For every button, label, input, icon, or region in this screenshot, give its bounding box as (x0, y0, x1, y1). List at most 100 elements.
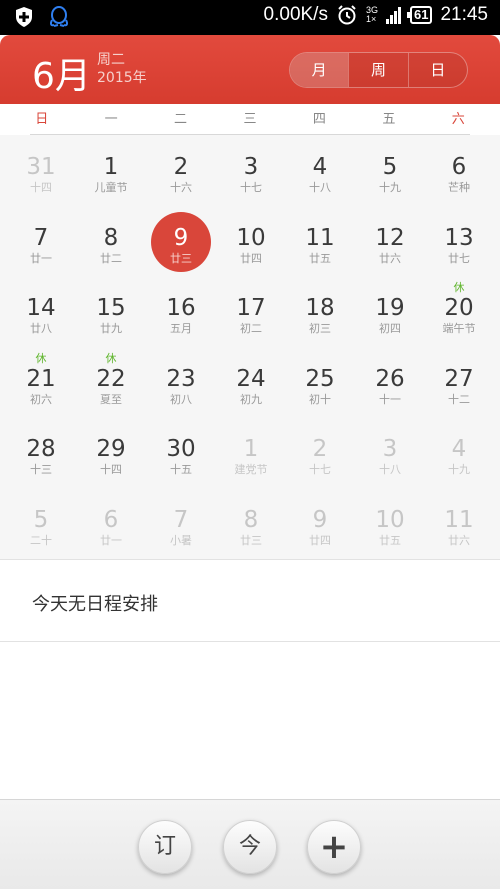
lunar-date: 初三 (309, 322, 331, 336)
weekday-sun: 日 (35, 112, 49, 127)
lunar-date: 廿五 (379, 534, 401, 547)
day-cell[interactable]: 5 十九 (355, 136, 425, 206)
lunar-date: 十七 (309, 463, 331, 477)
lunar-date: 廿八 (30, 322, 52, 336)
day-cell[interactable]: 18 初三 (285, 277, 355, 347)
day-number: 7 (173, 507, 189, 533)
lunar-date: 廿四 (240, 251, 262, 265)
day-cell[interactable]: 11 廿五 (285, 207, 355, 277)
day-cell[interactable]: 30 十五 (146, 418, 216, 488)
day-cell[interactable]: 29 十四 (76, 418, 146, 488)
day-cell[interactable]: 17 初二 (216, 277, 286, 347)
day-number: 1 (103, 154, 119, 180)
day-number: 9 (173, 224, 189, 251)
day-cell[interactable]: 26 十一 (355, 348, 425, 418)
day-cell[interactable]: 9 廿四 (285, 489, 355, 559)
tab-week[interactable]: 周 (348, 53, 407, 87)
month-title[interactable]: 6月 (32, 47, 91, 99)
day-number: 11 (444, 507, 474, 533)
day-cell[interactable]: 休 22 夏至 (76, 348, 146, 418)
shield-plus-icon (16, 7, 32, 27)
day-cell[interactable]: 1 建党节 (216, 418, 286, 488)
weekday-label: 周二 (97, 52, 125, 68)
day-cell[interactable]: 3 十七 (216, 136, 286, 206)
tab-day[interactable]: 日 (407, 53, 467, 87)
today-button[interactable]: 今 (223, 820, 277, 874)
day-cell[interactable]: 3 十八 (355, 418, 425, 488)
lunar-date: 十四 (100, 463, 122, 477)
day-cell[interactable]: 7 廿一 (6, 207, 76, 277)
lunar-date: 廿三 (170, 251, 192, 265)
day-cell[interactable]: 11 廿六 (424, 489, 494, 559)
lunar-date: 建党节 (234, 463, 268, 477)
bottom-toolbar: 订 今 + (0, 799, 500, 889)
weekday-fri: 五 (382, 112, 396, 127)
day-number: 5 (382, 154, 398, 180)
day-cell[interactable]: 13 廿七 (424, 207, 494, 277)
weekday-mon: 一 (104, 112, 118, 127)
subscribe-button[interactable]: 订 (138, 820, 192, 874)
day-cell[interactable]: 19 初四 (355, 277, 425, 347)
day-number: 16 (166, 295, 196, 322)
signal-bars-icon (385, 7, 401, 24)
lunar-date: 廿二 (100, 251, 122, 265)
day-cell[interactable]: 10 廿四 (216, 207, 286, 277)
day-number: 19 (375, 295, 405, 322)
lunar-date: 十一 (379, 392, 401, 406)
day-cell[interactable]: 31 十四 (6, 136, 76, 206)
day-cell[interactable]: 5 二十 (6, 489, 76, 559)
day-cell[interactable]: 2 十七 (285, 418, 355, 488)
lunar-date: 十八 (309, 181, 331, 194)
day-number: 9 (312, 507, 328, 533)
day-cell[interactable]: 休 21 初六 (6, 348, 76, 418)
day-cell[interactable]: 27 十二 (424, 348, 494, 418)
lunar-date: 二十 (30, 534, 52, 547)
day-cell[interactable]: 14 廿八 (6, 277, 76, 347)
tab-month[interactable]: 月 (290, 53, 349, 87)
lunar-date: 廿一 (100, 534, 122, 547)
day-number: 21 (26, 365, 56, 392)
day-cell[interactable]: 24 初九 (216, 348, 286, 418)
day-cell[interactable]: 4 十八 (285, 136, 355, 206)
day-cell[interactable]: 8 廿二 (76, 207, 146, 277)
day-cell[interactable]: 6 廿一 (76, 489, 146, 559)
day-number: 22 (96, 365, 126, 392)
day-number: 6 (451, 154, 467, 180)
day-cell[interactable]: 15 廿九 (76, 277, 146, 347)
day-cell[interactable]: 7 小暑 (146, 489, 216, 559)
day-cell[interactable]: 2 十六 (146, 136, 216, 206)
day-number: 2 (173, 154, 189, 180)
day-number: 30 (166, 436, 196, 463)
day-cell[interactable]: 6 芒种 (424, 136, 494, 206)
date-subinfo: 周二 2015年 (97, 51, 147, 87)
day-cell[interactable]: 12 廿六 (355, 207, 425, 277)
lunar-date: 廿四 (309, 534, 331, 547)
day-cell[interactable]: 休 20 端午节 (424, 277, 494, 347)
day-number: 25 (305, 365, 335, 392)
day-cell[interactable]: 28 十三 (6, 418, 76, 488)
day-number: 10 (375, 507, 405, 533)
day-cell[interactable]: 1 儿童节 (76, 136, 146, 206)
day-cell[interactable]: 23 初八 (146, 348, 216, 418)
weekday-tue: 二 (174, 112, 188, 127)
lunar-date: 廿五 (309, 251, 331, 265)
day-number: 8 (103, 224, 119, 251)
day-cell[interactable]: 16 五月 (146, 277, 216, 347)
day-cell[interactable]: 4 十九 (424, 418, 494, 488)
day-number: 17 (236, 295, 266, 322)
calendar-header: 6月 周二 2015年 月 周 日 (0, 35, 500, 104)
day-number: 7 (33, 224, 49, 251)
lunar-date: 初九 (240, 392, 262, 406)
battery-icon: 61 (406, 6, 433, 24)
day-number: 15 (96, 295, 126, 322)
lunar-date: 廿一 (30, 251, 52, 265)
day-number: 26 (375, 365, 405, 392)
day-cell[interactable]: 10 廿五 (355, 489, 425, 559)
add-event-button[interactable]: + (307, 820, 361, 874)
no-events-text: 今天无日程安排 (32, 594, 158, 615)
lunar-date: 端午节 (442, 322, 476, 336)
day-cell[interactable]: 8 廿三 (216, 489, 286, 559)
day-cell[interactable]: 25 初十 (285, 348, 355, 418)
lunar-date: 初四 (379, 322, 401, 336)
day-cell-selected[interactable]: 9 廿三 (146, 207, 216, 277)
